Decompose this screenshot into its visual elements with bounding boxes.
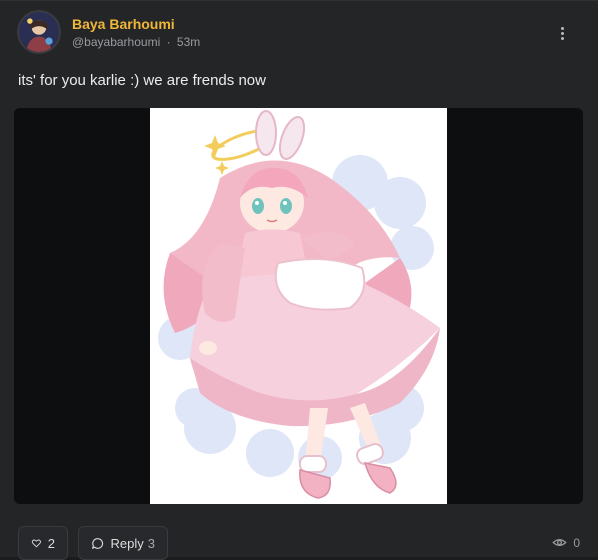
meta-separator: · — [166, 35, 171, 49]
post-meta: @bayabarhoumi · 53m — [72, 35, 200, 49]
view-counter: 0 — [552, 535, 580, 550]
post-image[interactable] — [150, 108, 447, 504]
more-vertical-icon[interactable] — [552, 23, 572, 43]
author-name[interactable]: Baya Barhoumi — [72, 16, 175, 32]
like-count: 2 — [47, 535, 55, 551]
reply-count: 3 — [147, 535, 155, 551]
author-handle[interactable]: @bayabarhoumi — [72, 35, 160, 49]
avatar-image — [19, 12, 59, 52]
reply-label: Reply — [110, 535, 144, 551]
author-avatar[interactable] — [17, 10, 61, 54]
post-body-text: its' for you karlie :) we are frends now — [18, 72, 266, 89]
view-count: 0 — [573, 535, 580, 550]
eye-icon — [552, 539, 567, 546]
speech-bubble-icon — [92, 537, 104, 549]
post-media[interactable] — [14, 108, 583, 504]
post-card: Baya Barhoumi @bayabarhoumi · 53m its' f… — [0, 0, 598, 560]
post-timestamp[interactable]: 53m — [177, 35, 200, 49]
illustration — [158, 110, 440, 499]
like-button[interactable]: 2 — [18, 526, 68, 560]
reply-button[interactable]: Reply 3 — [78, 526, 168, 560]
heart-icon — [31, 539, 41, 548]
